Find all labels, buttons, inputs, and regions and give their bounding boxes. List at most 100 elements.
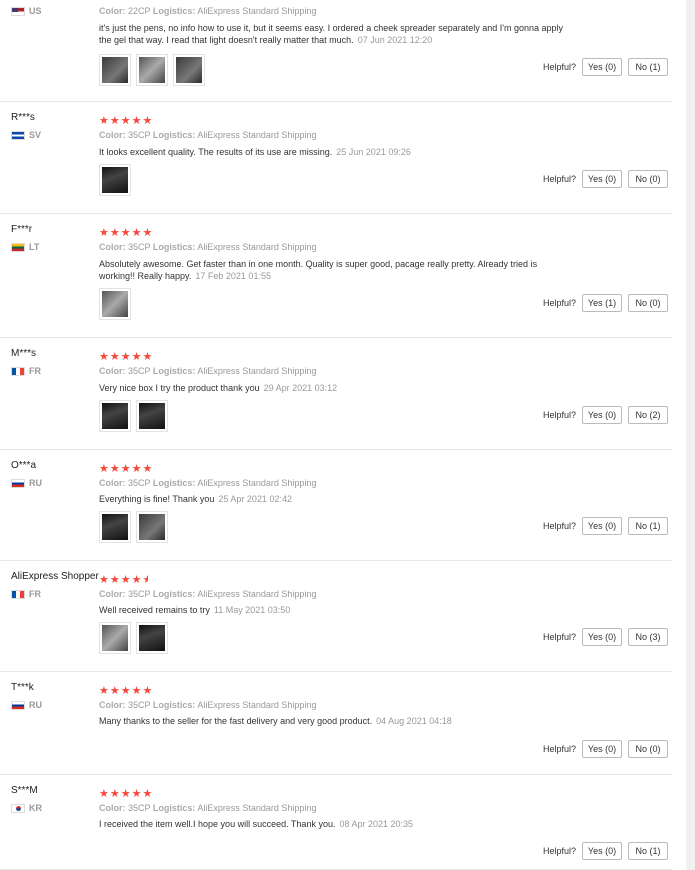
reviewer-country: FR	[11, 366, 41, 376]
photo-image	[139, 403, 165, 429]
review-item: R***s SV ★★★★★ Color: 35CP Logistics: AliEx…	[0, 102, 672, 214]
review-meta: Color: 22CP Logistics: AliExpress Standa…	[99, 6, 316, 16]
review-item: O***a RU ★★★★★ Color: 35CP Logistics: AliEx…	[0, 450, 672, 561]
review-photo-thumbnail[interactable]	[173, 54, 205, 86]
helpful-votes: Helpful? Yes (0) No (1)	[543, 58, 668, 76]
helpful-no-button[interactable]: No (0)	[628, 170, 668, 188]
helpful-label: Helpful?	[542, 62, 576, 72]
star-icon: ★	[120, 115, 132, 127]
review-photo-thumbnail[interactable]	[99, 622, 131, 654]
country-code: RU	[29, 478, 42, 488]
helpful-yes-button[interactable]: Yes (0)	[582, 517, 622, 535]
star-icon: ★	[142, 685, 154, 697]
flag-fr-icon	[11, 589, 25, 599]
logistics-value: AliExpress Standard Shipping	[195, 130, 317, 140]
review-photos	[99, 622, 168, 654]
reviewer-name: O***a	[11, 460, 37, 471]
helpful-yes-button[interactable]: Yes (0)	[582, 842, 622, 860]
helpful-label: Helpful?	[542, 521, 576, 531]
review-text: Very nice box I try the product thank yo…	[99, 382, 569, 394]
star-rating: ★★★★★	[99, 462, 153, 475]
helpful-no-button[interactable]: No (0)	[628, 294, 668, 312]
helpful-votes: Helpful? Yes (0) No (2)	[543, 406, 668, 424]
review-photos	[99, 288, 131, 320]
helpful-no-button[interactable]: No (1)	[628, 517, 668, 535]
helpful-label: Helpful?	[542, 298, 576, 308]
review-item: M***s FR ★★★★★ Color: 35CP Logistics: AliEx…	[0, 338, 672, 450]
logistics-label: Logistics:	[152, 700, 196, 710]
color-value: 35CP	[125, 589, 153, 599]
color-value: 22CP	[125, 6, 153, 16]
review-photo-thumbnail[interactable]	[99, 400, 131, 432]
star-icon: ★	[142, 463, 154, 475]
color-label: Color:	[99, 6, 126, 16]
color-value: 35CP	[125, 242, 153, 252]
star-icon: ★	[109, 227, 121, 239]
helpful-label: Helpful?	[542, 410, 576, 420]
helpful-label: Helpful?	[542, 846, 576, 856]
helpful-votes: Helpful? Yes (0) No (3)	[543, 628, 668, 646]
helpful-yes-button[interactable]: Yes (1)	[582, 294, 622, 312]
photo-image	[102, 291, 128, 317]
country-code: SV	[29, 130, 42, 140]
photo-image	[176, 57, 202, 83]
review-photo-thumbnail[interactable]	[99, 511, 131, 543]
logistics-value: AliExpress Standard Shipping	[195, 242, 317, 252]
review-photo-thumbnail[interactable]	[99, 164, 131, 196]
review-photo-thumbnail[interactable]	[136, 511, 168, 543]
star-icon: ★	[131, 685, 143, 697]
logistics-value: AliExpress Standard Shipping	[195, 589, 317, 599]
flag-kr-icon	[11, 803, 25, 813]
review-photos	[99, 164, 131, 196]
color-value: 35CP	[125, 130, 153, 140]
logistics-label: Logistics:	[152, 478, 196, 488]
review-text: Everything is fine! Thank you 25 Apr 2021…	[99, 493, 569, 505]
star-icon: ★	[99, 351, 110, 363]
star-icon: ★	[120, 685, 132, 697]
star-icon: ★	[131, 788, 143, 800]
review-date: 25 Jun 2021 09:26	[336, 147, 411, 157]
star-icon: ★	[109, 685, 121, 697]
helpful-yes-button[interactable]: Yes (0)	[582, 628, 622, 646]
logistics-label: Logistics:	[152, 803, 196, 813]
helpful-yes-button[interactable]: Yes (0)	[582, 740, 622, 758]
logistics-value: AliExpress Standard Shipping	[195, 478, 317, 488]
flag-us-icon	[11, 6, 25, 16]
color-label: Color:	[99, 130, 126, 140]
star-icon: ★	[120, 463, 132, 475]
review-photo-thumbnail[interactable]	[99, 288, 131, 320]
review-date: 08 Apr 2021 20:35	[339, 819, 414, 829]
logistics-value: AliExpress Standard Shipping	[195, 803, 317, 813]
review-body: Well received remains to try	[99, 605, 210, 615]
review-photos	[99, 54, 205, 86]
star-icon: ★	[109, 115, 121, 127]
reviewer-country: US	[11, 6, 42, 16]
color-value: 35CP	[125, 366, 153, 376]
color-label: Color:	[99, 478, 126, 488]
logistics-value: AliExpress Standard Shipping	[195, 6, 317, 16]
helpful-no-button[interactable]: No (3)	[628, 628, 668, 646]
helpful-no-button[interactable]: No (1)	[628, 842, 668, 860]
helpful-yes-button[interactable]: Yes (0)	[582, 170, 622, 188]
flag-ru-icon	[11, 478, 25, 488]
scrollbar[interactable]	[686, 0, 695, 870]
reviewer-name: AliExpress Shopper	[11, 571, 99, 582]
star-icon: ★	[131, 351, 143, 363]
star-icon: ★	[109, 463, 121, 475]
helpful-no-button[interactable]: No (0)	[628, 740, 668, 758]
helpful-no-button[interactable]: No (1)	[628, 58, 668, 76]
review-photo-thumbnail[interactable]	[136, 622, 168, 654]
reviewer-name: F***r	[11, 224, 33, 235]
review-photo-thumbnail[interactable]	[136, 54, 168, 86]
country-code: LT	[29, 242, 40, 252]
helpful-yes-button[interactable]: Yes (0)	[582, 406, 622, 424]
reviewer-name: R***s	[11, 112, 35, 123]
review-body: it's just the pens, no info how to use i…	[99, 23, 564, 45]
helpful-label: Helpful?	[542, 632, 576, 642]
review-date: 29 Apr 2021 03:12	[263, 383, 338, 393]
review-photo-thumbnail[interactable]	[99, 54, 131, 86]
helpful-no-button[interactable]: No (2)	[628, 406, 668, 424]
helpful-yes-button[interactable]: Yes (0)	[582, 58, 622, 76]
review-photo-thumbnail[interactable]	[136, 400, 168, 432]
star-icon: ★	[131, 463, 143, 475]
